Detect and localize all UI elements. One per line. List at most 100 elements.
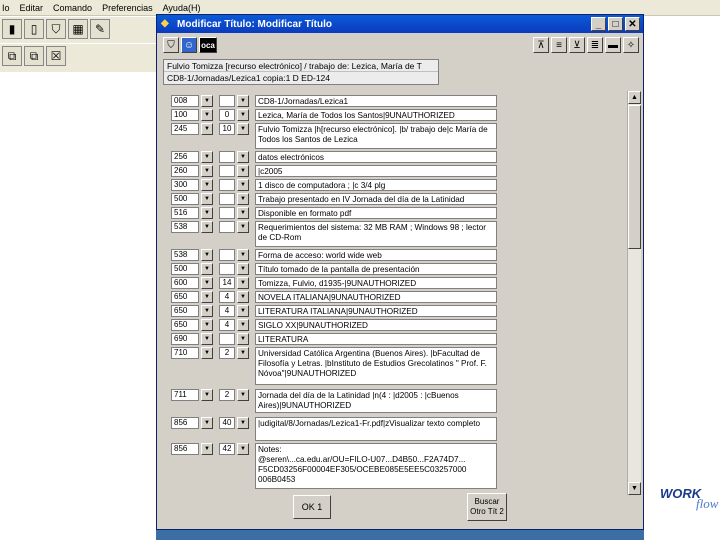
- tag-dropdown-icon[interactable]: ▼: [201, 151, 213, 163]
- field-value-input[interactable]: Requerimientos del sistema: 32 MB RAM ; …: [255, 221, 497, 247]
- field-value-input[interactable]: Fulvio Tomizza |h[recurso electrónico]. …: [255, 123, 497, 149]
- field-value-input[interactable]: LITERATURA ITALIANA|9UNAUTHORIZED: [255, 305, 497, 317]
- field-value-input[interactable]: SIGLO XX|9UNAUTHORIZED: [255, 319, 497, 331]
- field-value-input[interactable]: NOVELA ITALIANA|9UNAUTHORIZED: [255, 291, 497, 303]
- indicator-input[interactable]: [219, 333, 235, 345]
- field-tag-input[interactable]: 500: [171, 263, 199, 275]
- indicator-input[interactable]: 4: [219, 319, 235, 331]
- pencil-icon[interactable]: ✎: [90, 19, 110, 39]
- indicator-input[interactable]: 10: [219, 123, 235, 135]
- indicator-dropdown-icon[interactable]: ▼: [237, 319, 249, 331]
- wand-icon[interactable]: ✧: [623, 37, 639, 53]
- field-value-input[interactable]: Trabajo presentado en IV Jornada del día…: [255, 193, 497, 205]
- indicator-dropdown-icon[interactable]: ▼: [237, 291, 249, 303]
- add-line-icon[interactable]: ≡: [551, 37, 567, 53]
- editor-scrollbar[interactable]: ▲ ▼: [627, 91, 641, 495]
- indicator-dropdown-icon[interactable]: ▼: [237, 249, 249, 261]
- field-tag-input[interactable]: 008: [171, 95, 199, 107]
- tag-dropdown-icon[interactable]: ▼: [201, 249, 213, 261]
- shield-icon[interactable]: ⛉: [46, 19, 66, 39]
- field-tag-input[interactable]: 650: [171, 291, 199, 303]
- field-tag-input[interactable]: 516: [171, 207, 199, 219]
- ok-button[interactable]: OK 1: [293, 495, 331, 519]
- field-tag-input[interactable]: 650: [171, 305, 199, 317]
- indicator-input[interactable]: [219, 151, 235, 163]
- maximize-button[interactable]: □: [608, 17, 623, 31]
- book-icon[interactable]: ▯: [24, 19, 44, 39]
- field-value-input[interactable]: LITERATURA: [255, 333, 497, 345]
- field-tag-input[interactable]: 710: [171, 347, 199, 359]
- tag-dropdown-icon[interactable]: ▼: [201, 221, 213, 233]
- field-tag-input[interactable]: 856: [171, 417, 199, 429]
- field-tag-input[interactable]: 538: [171, 249, 199, 261]
- field-value-input[interactable]: Tomizza, Fulvio, d1935-|9UNAUTHORIZED: [255, 277, 497, 289]
- indicator-dropdown-icon[interactable]: ▼: [237, 179, 249, 191]
- person-tool-icon[interactable]: ☺: [181, 37, 197, 53]
- field-tag-input[interactable]: 256: [171, 151, 199, 163]
- field-value-input[interactable]: Universidad Católica Argentina (Buenos A…: [255, 347, 497, 385]
- field-value-input[interactable]: CD8-1/Jornadas/Lezica1: [255, 95, 497, 107]
- indicator-input[interactable]: 4: [219, 291, 235, 303]
- field-tag-input[interactable]: 600: [171, 277, 199, 289]
- field-value-input[interactable]: Forma de acceso: world wide web: [255, 249, 497, 261]
- field-tag-input[interactable]: 300: [171, 179, 199, 191]
- field-value-input[interactable]: |udigital/8/Jornadas/Lezica1-Fr.pdf|zVis…: [255, 417, 497, 441]
- field-value-input[interactable]: datos electrónicos: [255, 151, 497, 163]
- indicator-dropdown-icon[interactable]: ▼: [237, 347, 249, 359]
- indicator-input[interactable]: 4: [219, 305, 235, 317]
- copy-icon[interactable]: ⧉: [2, 46, 22, 66]
- indicator-input[interactable]: [219, 263, 235, 275]
- field-value-input[interactable]: Lezica, María de Todos los Santos|9UNAUT…: [255, 109, 497, 121]
- field-tag-input[interactable]: 650: [171, 319, 199, 331]
- indicator-input[interactable]: [219, 179, 235, 191]
- indicator-dropdown-icon[interactable]: ▼: [237, 417, 249, 429]
- tag-dropdown-icon[interactable]: ▼: [201, 333, 213, 345]
- insert-line-icon[interactable]: ⊼: [533, 37, 549, 53]
- indicator-input[interactable]: [219, 207, 235, 219]
- indicator-dropdown-icon[interactable]: ▼: [237, 193, 249, 205]
- indicator-dropdown-icon[interactable]: ▼: [237, 165, 249, 177]
- indicator-dropdown-icon[interactable]: ▼: [237, 389, 249, 401]
- tag-dropdown-icon[interactable]: ▼: [201, 165, 213, 177]
- indicator-dropdown-icon[interactable]: ▼: [237, 333, 249, 345]
- indicator-input[interactable]: 0: [219, 109, 235, 121]
- tag-dropdown-icon[interactable]: ▼: [201, 417, 213, 429]
- shield-tool-icon[interactable]: ⛉: [163, 37, 179, 53]
- indicator-dropdown-icon[interactable]: ▼: [237, 277, 249, 289]
- indicator-input[interactable]: 40: [219, 417, 235, 429]
- oca-tool-icon[interactable]: oca: [199, 37, 217, 53]
- tag-dropdown-icon[interactable]: ▼: [201, 109, 213, 121]
- field-tag-input[interactable]: 500: [171, 193, 199, 205]
- find-other-title-button[interactable]: Buscar Otro Tít 2: [467, 493, 507, 521]
- duplicate-icon[interactable]: ⧉: [24, 46, 44, 66]
- indicator-input[interactable]: 14: [219, 277, 235, 289]
- menu-editar[interactable]: Editar: [20, 3, 44, 13]
- menu-preferencias[interactable]: Preferencias: [102, 3, 153, 13]
- scroll-down-icon[interactable]: ▼: [628, 482, 641, 495]
- indicator-input[interactable]: [219, 221, 235, 233]
- field-tag-input[interactable]: 711: [171, 389, 199, 401]
- field-value-input[interactable]: 1 disco de computadora ; |c 3/4 plg: [255, 179, 497, 191]
- grid-icon[interactable]: ▦: [68, 19, 88, 39]
- tag-dropdown-icon[interactable]: ▼: [201, 123, 213, 135]
- tag-dropdown-icon[interactable]: ▼: [201, 193, 213, 205]
- tag-dropdown-icon[interactable]: ▼: [201, 443, 213, 455]
- tag-dropdown-icon[interactable]: ▼: [201, 179, 213, 191]
- field-value-input[interactable]: |c2005: [255, 165, 497, 177]
- tag-dropdown-icon[interactable]: ▼: [201, 305, 213, 317]
- scroll-thumb[interactable]: [628, 105, 641, 249]
- indicator-dropdown-icon[interactable]: ▼: [237, 151, 249, 163]
- indicator-dropdown-icon[interactable]: ▼: [237, 95, 249, 107]
- indicator-dropdown-icon[interactable]: ▼: [237, 221, 249, 233]
- delete-line-icon[interactable]: ⊻: [569, 37, 585, 53]
- field-value-input[interactable]: Jornada del día de la Latinidad |n(4 : |…: [255, 389, 497, 413]
- field-tag-input[interactable]: 245: [171, 123, 199, 135]
- indicator-input[interactable]: [219, 95, 235, 107]
- menu-comando[interactable]: Comando: [53, 3, 92, 13]
- tag-dropdown-icon[interactable]: ▼: [201, 277, 213, 289]
- tag-dropdown-icon[interactable]: ▼: [201, 389, 213, 401]
- indicator-dropdown-icon[interactable]: ▼: [237, 443, 249, 455]
- delete-icon[interactable]: ☒: [46, 46, 66, 66]
- field-tag-input[interactable]: 690: [171, 333, 199, 345]
- minimize-button[interactable]: _: [591, 17, 606, 31]
